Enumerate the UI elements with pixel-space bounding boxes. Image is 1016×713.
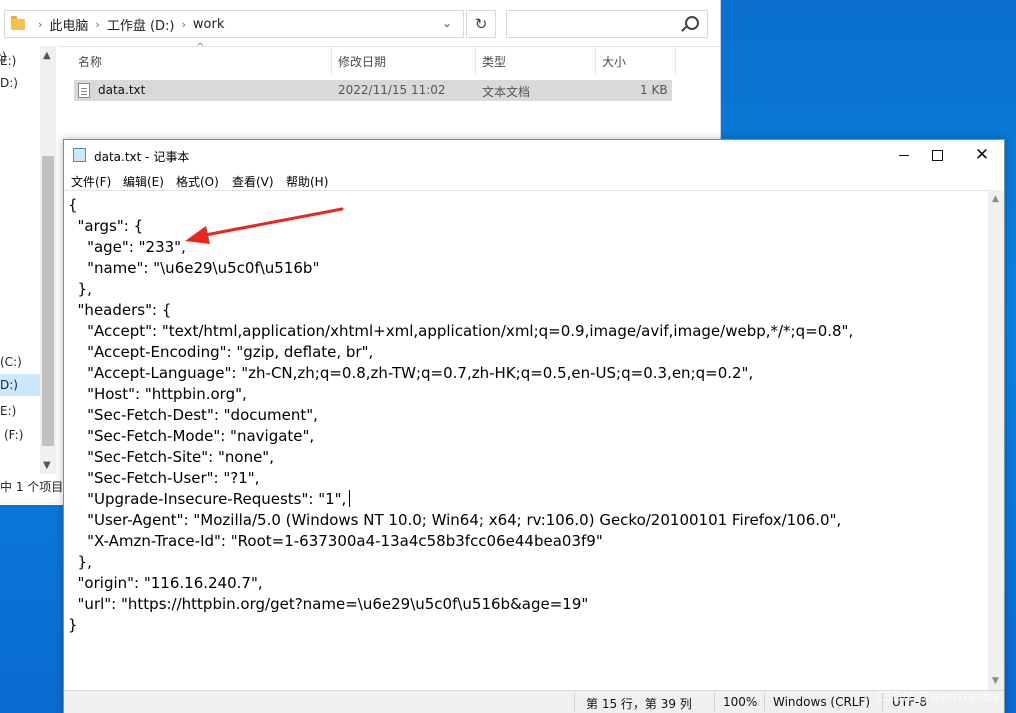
editor-line[interactable]: "Sec-Fetch-Dest": "document",: [68, 405, 318, 426]
refresh-button[interactable]: ↻: [466, 10, 496, 38]
address-bar[interactable]: › 此电脑 › 工作盘 (D:) › work ⌄: [4, 10, 464, 38]
menu-edit[interactable]: 编辑(E): [123, 173, 164, 190]
nav-item-drive[interactable]: E:): [0, 54, 16, 68]
search-icon: [685, 16, 699, 30]
column-header-size[interactable]: 大小: [596, 46, 676, 76]
nav-scrollbar-thumb[interactable]: [42, 156, 54, 446]
editor-line[interactable]: "name": "\u6e29\u5c0f\u516b": [68, 258, 319, 279]
menu-format[interactable]: 格式(O): [176, 173, 219, 190]
editor-line[interactable]: "Sec-Fetch-User": "?1",: [68, 468, 259, 489]
close-icon: ✕: [974, 144, 990, 165]
breadcrumb-this-pc[interactable]: 此电脑: [49, 15, 88, 34]
refresh-icon: ↻: [474, 15, 488, 33]
breadcrumb-drive-d[interactable]: 工作盘 (D:): [107, 15, 175, 34]
status-divider: [764, 693, 765, 711]
editor-line[interactable]: },: [68, 552, 92, 573]
file-row-data-txt[interactable]: data.txt 2022/11/15 11:02 文本文档 1 KB: [74, 80, 672, 101]
notepad-window: data.txt - 记事本 ✕ 文件(F) 编辑(E) 格式(O) 查看(V)…: [63, 139, 1005, 713]
file-icon: [78, 83, 90, 98]
nav-item-drive-f[interactable]: (F:): [4, 428, 23, 442]
editor-line[interactable]: "Sec-Fetch-Mode": "navigate",: [68, 426, 314, 447]
nav-item-drive-d[interactable]: D:): [0, 378, 18, 392]
notepad-titlebar[interactable]: data.txt - 记事本 ✕: [64, 140, 1004, 170]
editor-line[interactable]: "Accept": "text/html,application/xhtml+x…: [68, 321, 853, 342]
editor-line[interactable]: "origin": "116.16.240.7",: [68, 573, 263, 594]
editor-line[interactable]: "User-Agent": "Mozilla/5.0 (Windows NT 1…: [68, 510, 841, 531]
close-button[interactable]: ✕: [962, 144, 1002, 166]
column-header-name[interactable]: 名称: [72, 46, 332, 76]
chevron-right-icon[interactable]: ›: [38, 18, 42, 31]
window-title: data.txt - 记事本: [94, 150, 190, 164]
notepad-icon: [73, 148, 86, 162]
editor-line[interactable]: "Accept-Encoding": "gzip, deflate, br",: [68, 342, 373, 363]
folder-icon: [11, 15, 25, 30]
menu-help[interactable]: 帮助(H): [286, 173, 328, 190]
item-count-status: 中 1 个项目: [0, 480, 64, 494]
file-size: 1 KB: [640, 83, 668, 97]
file-type: 文本文档: [482, 85, 531, 99]
status-divider: [574, 693, 575, 711]
chevron-right-icon[interactable]: ›: [95, 18, 99, 31]
search-input[interactable]: [506, 10, 708, 38]
menu-bar: 文件(F) 编辑(E) 格式(O) 查看(V) 帮助(H): [64, 170, 1004, 190]
address-toolbar: › 此电脑 › 工作盘 (D:) › work ⌄ ↻: [0, 0, 720, 47]
breadcrumb-work[interactable]: work: [193, 17, 224, 32]
text-caret: [349, 490, 351, 507]
chevron-right-icon[interactable]: ›: [182, 18, 186, 31]
scroll-up-icon[interactable]: ▲: [992, 194, 999, 204]
editor-line[interactable]: }: [68, 615, 78, 636]
cursor-position: 第 15 行，第 39 列: [586, 697, 692, 711]
editor-line[interactable]: {: [68, 195, 78, 216]
file-date: 2022/11/15 11:02: [338, 83, 446, 97]
zoom-level: 100%: [723, 695, 758, 709]
status-divider: [714, 693, 715, 711]
menu-view[interactable]: 查看(V): [232, 173, 274, 190]
editor-line[interactable]: "url": "https://httpbin.org/get?name=\u6…: [68, 594, 589, 615]
editor-line[interactable]: "Sec-Fetch-Site": "none",: [68, 447, 274, 468]
minimize-icon: [899, 154, 909, 156]
editor-line[interactable]: "headers": {: [68, 300, 172, 321]
editor-line[interactable]: "args": {: [68, 216, 144, 237]
column-header-date[interactable]: 修改日期: [332, 46, 476, 76]
editor-line[interactable]: "X-Amzn-Trace-Id": "Root=1-637300a4-13a4…: [68, 531, 603, 552]
text-editor-area[interactable]: { "args": { "age": "233", "name": "\u6e2…: [64, 190, 988, 691]
line-ending: Windows (CRLF): [773, 695, 871, 709]
nav-item-drive[interactable]: D:): [0, 76, 18, 90]
editor-line[interactable]: "Upgrade-Insecure-Requests": "1",: [68, 489, 351, 510]
watermark: CSDN @wenxiaoba: [875, 690, 1000, 705]
editor-line[interactable]: "Host": "httpbin.org",: [68, 384, 247, 405]
maximize-button[interactable]: [917, 144, 957, 166]
scroll-down-icon[interactable]: ▼: [992, 676, 999, 686]
chevron-down-icon[interactable]: ⌄: [442, 16, 452, 30]
scroll-down-icon[interactable]: ▼: [43, 460, 51, 471]
maximize-icon: [931, 149, 943, 161]
nav-scrollbar[interactable]: ▲ ▼: [40, 46, 56, 474]
nav-item-drive-c[interactable]: (C:): [0, 355, 22, 369]
file-name: data.txt: [98, 83, 146, 97]
editor-vertical-scrollbar[interactable]: ▲ ▼: [988, 190, 1004, 690]
editor-line[interactable]: "Accept-Language": "zh-CN,zh;q=0.8,zh-TW…: [68, 363, 753, 384]
menu-file[interactable]: 文件(F): [71, 173, 111, 190]
column-header-type[interactable]: 类型: [476, 46, 596, 76]
editor-line[interactable]: },: [68, 279, 92, 300]
notepad-statusbar: 第 15 行，第 39 列 100% Windows (CRLF) UTF-8: [64, 690, 1004, 713]
nav-item-drive-e[interactable]: E:): [0, 404, 16, 418]
scroll-up-icon[interactable]: ▲: [43, 50, 51, 61]
editor-line[interactable]: "age": "233",: [68, 237, 186, 258]
